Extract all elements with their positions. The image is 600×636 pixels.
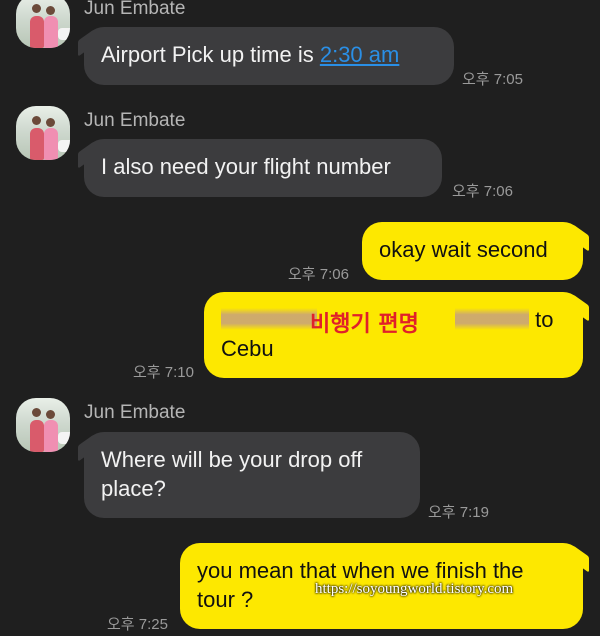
redaction-mark bbox=[455, 308, 529, 330]
message-time: 오후 7:19 bbox=[428, 504, 489, 521]
redaction-label: 비행기 편명 bbox=[310, 312, 419, 337]
message-time: 오후 7:06 bbox=[288, 266, 349, 283]
time-link[interactable]: 2:30 am bbox=[320, 42, 400, 67]
message-text: to bbox=[535, 307, 554, 332]
contact-avatar[interactable] bbox=[16, 0, 70, 48]
contact-avatar[interactable] bbox=[16, 398, 70, 452]
contact-avatar[interactable] bbox=[16, 106, 70, 160]
message-time: 오후 7:10 bbox=[133, 364, 194, 381]
redaction-mark bbox=[221, 308, 317, 330]
contact-name: Jun Embate bbox=[84, 0, 186, 19]
watermark: https://soyoungworld.tistory.com bbox=[315, 581, 514, 597]
message-bubble-incoming[interactable]: I also need your flight number bbox=[84, 139, 442, 197]
message-bubble-incoming[interactable]: Where will be your drop off place? bbox=[84, 432, 420, 518]
message-time: 오후 7:05 bbox=[462, 71, 523, 88]
message-text: Cebu bbox=[221, 336, 274, 361]
message-time: 오후 7:25 bbox=[107, 616, 168, 633]
contact-name: Jun Embate bbox=[84, 110, 186, 131]
message-text: Airport Pick up time is bbox=[101, 42, 320, 67]
chat-view: Jun Embate Airport Pick up time is 2:30 … bbox=[0, 0, 600, 636]
contact-name: Jun Embate bbox=[84, 402, 186, 423]
message-bubble-incoming[interactable]: Airport Pick up time is 2:30 am bbox=[84, 27, 454, 85]
message-bubble-outgoing[interactable]: okay wait second bbox=[362, 222, 583, 280]
message-time: 오후 7:06 bbox=[452, 183, 513, 200]
